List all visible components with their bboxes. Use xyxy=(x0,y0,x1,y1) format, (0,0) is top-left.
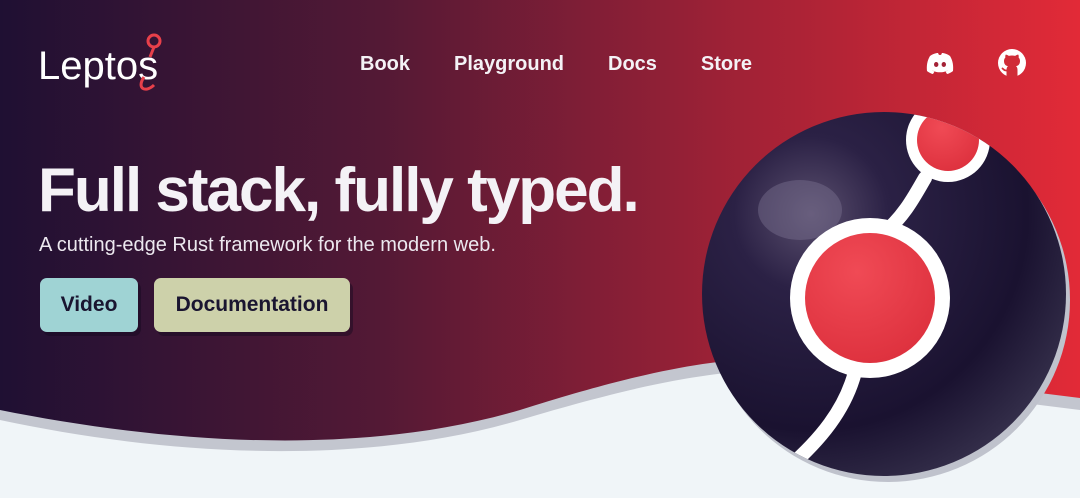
main-nav: Book Playground Docs Store xyxy=(360,52,796,76)
hero-headline: Full stack, fully typed. xyxy=(38,156,640,225)
hero-subtitle: A cutting-edge Rust framework for the mo… xyxy=(39,234,496,256)
nav-link-docs[interactable]: Docs xyxy=(608,52,657,76)
hero-section: Leptos Book Playground Docs Store Full s xyxy=(0,0,1080,498)
logo-wordmark: Leptos xyxy=(38,44,158,88)
nav-link-book[interactable]: Book xyxy=(360,52,410,76)
leptos-logo[interactable]: Leptos xyxy=(38,33,188,97)
github-icon[interactable] xyxy=(996,47,1028,79)
discord-icon[interactable] xyxy=(924,47,956,79)
documentation-button[interactable]: Documentation xyxy=(154,278,350,332)
social-links xyxy=(924,47,1028,79)
top-navigation: Leptos Book Playground Docs Store xyxy=(0,0,1080,128)
nav-link-playground[interactable]: Playground xyxy=(454,52,564,76)
video-button[interactable]: Video xyxy=(40,278,138,332)
nav-link-store[interactable]: Store xyxy=(701,52,752,76)
leptos-orb-illustration xyxy=(702,112,1070,482)
